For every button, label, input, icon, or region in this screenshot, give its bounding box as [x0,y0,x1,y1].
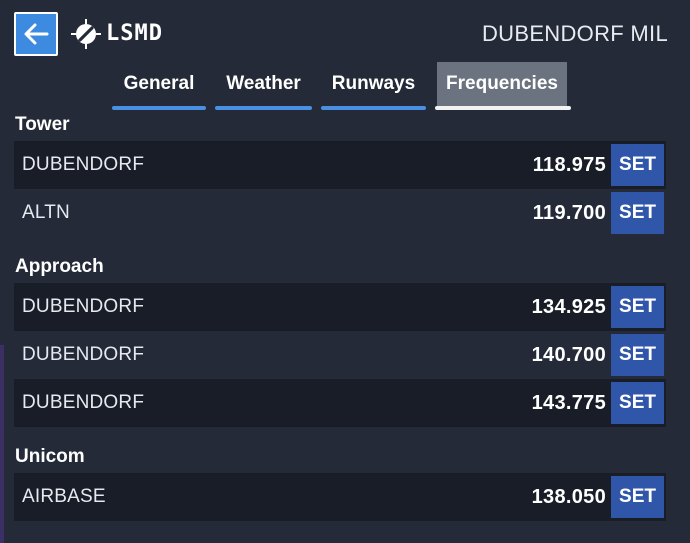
tab-runways[interactable]: Runways [321,62,426,110]
station-name: ALTN [22,202,70,223]
section-title-unicom: Unicom [15,446,85,467]
tab-label: General [123,73,195,94]
frequency-value: 140.700 [531,344,606,366]
station-name: DUBENDORF [22,296,145,317]
set-button[interactable]: SET [611,382,664,424]
tab-underline [215,106,312,110]
station-name: DUBENDORF [22,154,145,175]
frequency-value: 118.975 [532,154,606,176]
station-name: AIRBASE [22,486,106,507]
tab-general[interactable]: General [112,62,206,110]
airport-name: DUBENDORF MIL [481,21,668,46]
frequency-value: 119.700 [532,202,606,224]
airport-code: LSMD [106,21,163,46]
set-button[interactable]: SET [611,334,664,376]
left-edge-accent [0,345,4,543]
frequency-row: DUBENDORF 143.775 SET [14,379,666,427]
set-button[interactable]: SET [611,476,664,518]
tab-label: Runways [331,73,416,94]
tab-frequencies[interactable]: Frequencies [435,62,571,110]
frequency-row: ALTN 119.700 SET [14,189,666,237]
tab-underline [321,106,426,110]
section-title-tower: Tower [15,114,70,135]
frequency-value: 134.925 [531,296,606,318]
tab-underline [112,106,206,110]
set-button[interactable]: SET [611,192,664,234]
frequency-row: DUBENDORF 140.700 SET [14,331,666,379]
set-button[interactable]: SET [611,144,664,186]
tab-underline [435,106,571,110]
tab-label: Weather [226,73,301,94]
header-bar: LSMD DUBENDORF MIL [0,0,690,64]
section-title-approach: Approach [15,256,104,277]
frequency-value: 143.775 [531,392,606,414]
frequency-row: AIRBASE 138.050 SET [14,473,666,521]
station-name: DUBENDORF [22,344,145,365]
frequency-row: DUBENDORF 118.975 SET [14,141,666,189]
tab-label: Frequencies [446,73,558,94]
frequency-row: DUBENDORF 134.925 SET [14,283,666,331]
frequency-value: 138.050 [531,486,606,508]
airport-icon [71,19,101,49]
back-button[interactable] [14,12,58,56]
set-button[interactable]: SET [611,286,664,328]
tab-bar: General Weather Runways Frequencies [0,62,690,112]
tab-weather[interactable]: Weather [215,62,312,110]
arrow-left-icon [24,23,49,45]
station-name: DUBENDORF [22,392,145,413]
